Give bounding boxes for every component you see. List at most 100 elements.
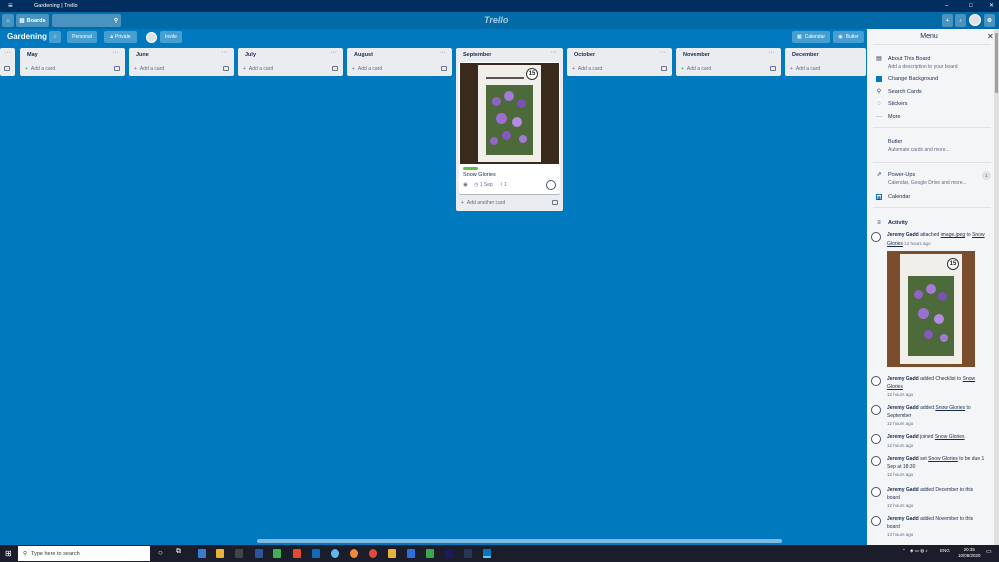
app-icon-12[interactable] [407,549,415,558]
photoshop-icon[interactable] [255,549,263,558]
minimize-icon[interactable]: – [945,2,948,10]
notifications-icon[interactable]: ▭ [986,548,992,555]
activity-user[interactable]: Jeremy Gadd [887,487,919,493]
visibility-button[interactable]: 🔒︎ Private [104,31,137,43]
activity-time[interactable]: 13 hours ago [887,531,987,539]
star-button[interactable]: ☆ [49,31,61,43]
list-title[interactable]: July [245,52,256,58]
butler-button[interactable]: ◉ Butler [833,31,864,43]
app-icon-13[interactable] [426,549,434,558]
app-icon-3[interactable] [235,549,243,558]
menu-scrollbar[interactable] [994,29,999,545]
tray-icons[interactable]: ◈ ▭ ◍ ♪ [910,548,928,554]
windows-start-icon[interactable]: ⊞ [5,549,12,558]
calendar-item[interactable]: ▦ Calendar [876,194,910,200]
activity-avatar[interactable] [871,516,881,526]
trello-taskbar-icon[interactable] [483,549,491,558]
board-search-input[interactable]: ⚲ [52,14,121,27]
app-icon-15[interactable] [464,549,472,558]
add-card-button[interactable]: + Add a card [790,64,820,73]
list-title[interactable]: June [136,52,149,58]
template-icon[interactable] [114,66,120,71]
card-snow-glories[interactable]: 15 Snow Glories ◉ ◷ 1 Sep ⌇ 1 [459,62,560,194]
close-icon[interactable]: ✕ [987,32,994,41]
list-menu-icon[interactable]: ··· [330,49,337,56]
stickers-item[interactable]: ◌ Stickers [876,101,907,107]
list-title[interactable]: September [463,52,491,58]
folder-icon[interactable] [216,549,224,558]
list-menu-icon[interactable]: ··· [659,49,666,56]
list-title[interactable]: May [27,52,38,58]
list-title[interactable]: November [683,52,710,58]
maximize-icon[interactable]: □ [969,2,973,10]
settings-button[interactable]: ⚙ [984,14,995,27]
activity-time[interactable]: 12 hours ago [887,471,987,479]
list-title[interactable]: August [354,52,373,58]
more-item[interactable]: ··· More [876,114,901,120]
notifications-button[interactable]: ♪ [955,14,966,27]
activity-avatar[interactable] [871,232,881,242]
powerups-item[interactable]: ⇗ Power-Ups Calendar, Google Drive and mor… [876,172,996,186]
close-window-icon[interactable]: ✕ [989,2,994,10]
file-explorer-icon[interactable] [388,549,396,558]
activity-attachment-image[interactable]: 15 [887,251,975,367]
activity-user[interactable]: Jeremy Gadd [887,405,919,411]
invite-button[interactable]: Invite [160,31,182,43]
add-card-button[interactable]: + Add a card [572,64,602,73]
activity-avatar[interactable] [871,434,881,444]
hamburger-icon[interactable]: ≡ [8,2,13,10]
list-menu-icon[interactable]: ··· [221,49,228,56]
activity-user[interactable]: Jeremy Gadd [887,434,919,440]
activity-link[interactable]: Snow Glories [935,405,965,411]
home-button[interactable]: ⌂ [2,14,14,27]
activity-avatar[interactable] [871,405,881,415]
due-date-badge[interactable]: ◷ 1 Sep [474,182,493,188]
premiere-icon[interactable] [445,549,453,558]
activity-time[interactable]: 12 hours ago [887,420,987,428]
template-icon[interactable] [4,66,10,71]
add-card-button[interactable]: + Add a card [243,64,273,73]
activity-avatar[interactable] [871,456,881,466]
list-menu-icon[interactable]: ··· [550,49,557,56]
change-background-item[interactable]: Change Background [876,76,938,82]
template-icon[interactable] [223,66,229,71]
activity-user[interactable]: Jeremy Gadd [887,516,919,522]
member-avatar[interactable] [146,32,157,43]
app-icon-5[interactable] [273,549,281,558]
list-menu-icon[interactable]: ··· [4,49,11,56]
boards-button[interactable]: ▥ Boards [16,14,49,27]
template-icon[interactable] [441,66,447,71]
activity-link[interactable]: image.jpeg [941,232,965,238]
template-icon[interactable] [332,66,338,71]
list-title[interactable]: December [792,52,819,58]
activity-user[interactable]: Jeremy Gadd [887,376,919,382]
activity-time[interactable]: 12 hours ago [904,241,930,246]
activity-avatar[interactable] [871,376,881,386]
clock[interactable]: 20:35 10/08/2020 [958,547,981,559]
butler-item[interactable]: Butler Automate cards and more... [876,139,950,153]
activity-avatar[interactable] [871,487,881,497]
template-icon[interactable] [661,66,667,71]
list-menu-icon[interactable]: ··· [768,49,775,56]
firefox-icon[interactable] [350,549,358,558]
add-card-button[interactable]: + Add a card [134,64,164,73]
template-icon[interactable] [770,66,776,71]
activity-user[interactable]: Jeremy Gadd [887,456,919,462]
chrome-icon[interactable] [369,549,377,558]
outlook-icon[interactable] [312,549,320,558]
search-cards-item[interactable]: ⚲ Search Cards [876,89,922,95]
create-button[interactable]: + [942,14,953,27]
activity-link[interactable]: Snow Glories [928,456,958,462]
activity-time[interactable]: 12 hours ago [887,442,965,450]
add-card-button[interactable]: + Add a card [25,64,55,73]
user-avatar[interactable] [969,14,981,26]
browser-icon[interactable] [331,549,339,558]
calendar-powerup-button[interactable]: ▦ Calendar [792,31,830,43]
list-title[interactable]: October [574,52,595,58]
tray-chevron-icon[interactable]: ⌃ [902,548,906,554]
template-icon[interactable] [552,200,558,205]
taskbar-search-input[interactable]: ⚲ Type here to search [18,546,150,561]
about-board-item[interactable]: ▤ About This Board Add a description to yo… [876,56,957,70]
board-horizontal-scrollbar[interactable] [257,539,782,543]
app-icon-1[interactable] [198,549,206,558]
